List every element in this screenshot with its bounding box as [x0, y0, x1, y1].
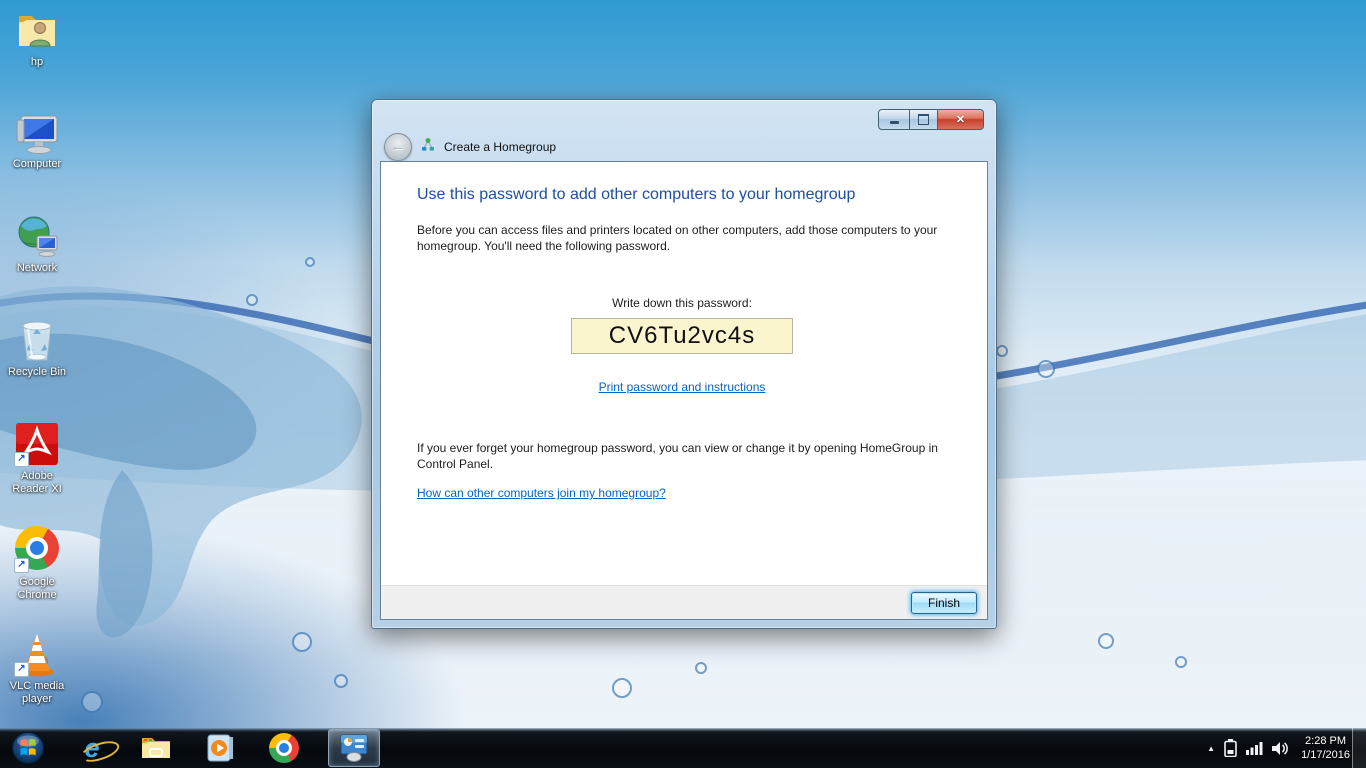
- close-button[interactable]: ✕: [938, 109, 984, 130]
- windows-logo-icon: [11, 731, 45, 765]
- desktop-icon-label: Network: [2, 262, 72, 275]
- maximize-icon: [918, 114, 929, 125]
- minimize-icon: [890, 121, 899, 124]
- homegroup-icon: [420, 137, 436, 158]
- taskbar: e ▲: [0, 728, 1366, 768]
- join-homegroup-help-link[interactable]: How can other computers join my homegrou…: [417, 486, 666, 500]
- taskbar-media-player[interactable]: [200, 728, 240, 768]
- close-icon: ✕: [956, 113, 965, 126]
- desktop-icon-computer[interactable]: Computer: [2, 108, 72, 171]
- control-panel-icon: [338, 733, 370, 763]
- window-caption-bar[interactable]: ✕: [372, 100, 996, 133]
- desktop-icon-label: Google Chrome: [2, 576, 72, 602]
- folder-icon: [140, 735, 172, 761]
- desktop-icon-label: Computer: [2, 158, 72, 171]
- shortcut-arrow-icon: ↗: [14, 558, 29, 573]
- maximize-button[interactable]: [910, 109, 938, 130]
- network-signal-icon[interactable]: [1246, 741, 1263, 755]
- desktop-icon-google-chrome[interactable]: ↗ Google Chrome: [2, 524, 72, 602]
- show-desktop-button[interactable]: [1352, 728, 1366, 768]
- forget-password-text: If you ever forget your homegroup passwo…: [417, 440, 939, 472]
- print-password-link[interactable]: Print password and instructions: [599, 380, 766, 394]
- taskbar-windows-explorer[interactable]: [136, 728, 176, 768]
- up-arrow-icon: ▲: [1207, 744, 1215, 753]
- window-title: Create a Homegroup: [444, 140, 556, 154]
- desktop-icon-vlc[interactable]: ↗ VLC media player: [2, 630, 72, 706]
- intro-text: Before you can access files and printers…: [417, 222, 939, 254]
- taskbar-internet-explorer[interactable]: e: [72, 728, 112, 768]
- adobe-reader-icon: ↗: [13, 420, 61, 468]
- create-homegroup-window: ✕ ← Create a Homegroup Use this password…: [371, 99, 997, 629]
- desktop-icon-label: Recycle Bin: [2, 366, 72, 379]
- user-folder-icon: [13, 6, 61, 54]
- desktop-icon-label: VLC media player: [2, 680, 72, 706]
- desktop-icon-network[interactable]: Network: [2, 212, 72, 275]
- battery-icon[interactable]: [1224, 739, 1237, 757]
- media-player-icon: [205, 733, 235, 763]
- back-arrow-icon: ←: [391, 138, 406, 155]
- desktop-icon-hp[interactable]: hp: [2, 6, 72, 69]
- desktop-icon-recycle-bin[interactable]: Recycle Bin: [2, 316, 72, 379]
- system-tray: ▲ 2:28 PM 1/17/2016: [1207, 728, 1350, 768]
- desktop-icon-label: Adobe Reader XI: [2, 470, 72, 496]
- taskbar-homegroup-active[interactable]: [328, 729, 380, 767]
- navigation-band: ← Create a Homegroup: [372, 133, 996, 161]
- chrome-icon: ↗: [13, 526, 61, 574]
- computer-icon: [13, 108, 61, 156]
- minimize-button[interactable]: [878, 109, 910, 130]
- shortcut-arrow-icon: ↗: [14, 662, 29, 677]
- homegroup-password-box: CV6Tu2vc4s: [571, 318, 793, 354]
- network-icon: [13, 212, 61, 260]
- vlc-icon: ↗: [13, 630, 61, 678]
- back-button[interactable]: ←: [384, 133, 412, 161]
- clock-time: 2:28 PM: [1301, 734, 1350, 748]
- clock-date: 1/17/2016: [1301, 748, 1350, 762]
- recycle-bin-icon: [13, 316, 61, 364]
- finish-button[interactable]: Finish: [911, 592, 977, 614]
- taskbar-chrome[interactable]: [264, 728, 304, 768]
- desktop-icon-adobe-reader[interactable]: ↗ Adobe Reader XI: [2, 420, 72, 496]
- show-hidden-icons-button[interactable]: ▲: [1207, 744, 1215, 753]
- window-content-panel: Use this password to add other computers…: [380, 161, 988, 620]
- page-title: Use this password to add other computers…: [417, 186, 947, 204]
- desktop-icon-label: hp: [2, 56, 72, 69]
- taskbar-clock[interactable]: 2:28 PM 1/17/2016: [1301, 734, 1350, 762]
- internet-explorer-icon: e: [84, 734, 99, 762]
- chrome-icon: [269, 733, 299, 763]
- password-label: Write down this password:: [417, 296, 947, 310]
- start-button[interactable]: [8, 728, 48, 768]
- window-footer: Finish: [381, 585, 987, 619]
- volume-icon[interactable]: [1272, 741, 1289, 756]
- shortcut-arrow-icon: ↗: [14, 452, 29, 467]
